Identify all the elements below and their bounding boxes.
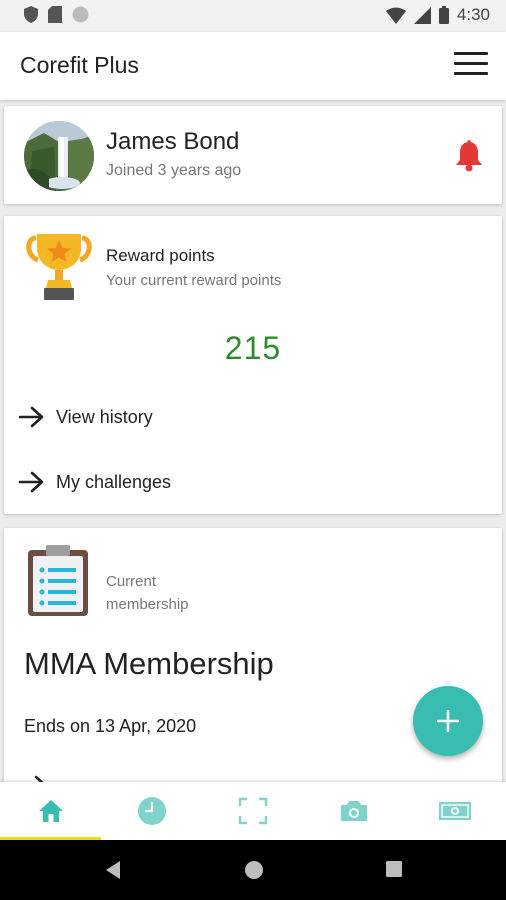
circle-icon [72,6,89,23]
sim-card-icon [48,6,62,23]
my-challenges-label: My challenges [56,471,172,492]
avatar[interactable] [24,121,94,191]
clipboard-icon [28,545,88,616]
membership-link-partial[interactable] [22,774,50,782]
system-navigation-bar [0,840,506,900]
plus-icon [437,710,459,732]
battery-icon [438,6,449,24]
membership-label: Current membership [106,573,189,613]
signal-icon [413,6,431,24]
view-history-label: View history [56,406,153,427]
camera-icon [340,801,367,821]
home-circle-icon[interactable] [244,860,264,880]
trophy-icon [26,234,92,300]
app-bar: Corefit Plus [0,32,506,100]
scan-frame-icon [238,797,267,825]
reward-subtitle: Your current reward points [106,272,282,289]
nav-camera[interactable] [303,782,404,840]
status-time: 4:30 [456,5,490,24]
profile-card[interactable]: James Bond Joined 3 years ago [4,106,502,204]
membership-name: MMA Membership [24,646,274,681]
reward-title: Reward points [106,246,215,265]
back-icon[interactable] [104,860,122,880]
bell-icon[interactable] [454,140,484,172]
reward-points-value: 215 [224,330,282,366]
profile-joined: Joined 3 years ago [106,162,242,179]
status-bar: 4:30 [0,0,506,32]
my-challenges-link[interactable]: My challenges [18,467,171,497]
money-icon [438,802,471,820]
shield-icon [24,6,38,23]
hamburger-menu-icon[interactable] [454,52,488,78]
add-fab-button[interactable] [413,686,483,756]
nav-history[interactable] [101,782,202,840]
main-content[interactable]: James Bond Joined 3 years ago Reward poi… [0,100,506,782]
bottom-navigation [0,782,506,840]
arrow-right-icon [18,406,44,428]
clock-icon [137,797,166,825]
arrow-right-icon [34,775,44,782]
view-history-link[interactable]: View history [18,402,153,432]
home-icon [38,800,63,822]
membership-end-date: Ends on 13 Apr, 2020 [24,716,197,736]
status-right-icons: 4:30 [385,5,490,25]
nav-home[interactable] [0,782,101,840]
recents-icon[interactable] [385,860,403,878]
app-title: Corefit Plus [20,52,139,78]
nav-payments[interactable] [404,782,505,840]
nav-scan[interactable] [202,782,303,840]
profile-name: James Bond [106,128,240,155]
wifi-icon [385,7,406,24]
status-left-icons [24,6,89,23]
arrow-right-icon [18,471,44,493]
